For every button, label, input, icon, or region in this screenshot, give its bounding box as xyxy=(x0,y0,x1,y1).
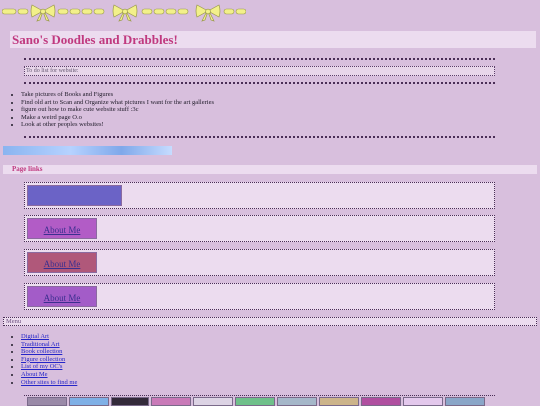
divider xyxy=(24,82,495,84)
menu-link-about-me[interactable]: About Me xyxy=(21,371,48,378)
bow-ribbon-banner xyxy=(2,4,246,22)
menu-link-figure-collection[interactable]: Figure collection xyxy=(21,356,65,363)
site-title: Sano's Doodles and Drabbles! xyxy=(10,31,536,48)
sparkle-banner-image xyxy=(3,146,172,155)
page-link-row: About Me xyxy=(24,249,495,276)
about-me-link-button[interactable]: About Me xyxy=(27,252,97,273)
menu-item: Other sites to find me xyxy=(21,379,77,387)
menu-heading: Menu xyxy=(3,317,537,326)
page-link-button[interactable] xyxy=(27,185,122,206)
menu-item: List of my OC's xyxy=(21,363,77,371)
menu-item: Figure collection xyxy=(21,356,77,364)
divider xyxy=(24,58,495,60)
stamp-row xyxy=(24,395,495,406)
menu-item: Traditional Art xyxy=(21,341,77,349)
bow-icon xyxy=(195,4,221,22)
menu-item: About Me xyxy=(21,371,77,379)
todo-item: Take pictures of Books and Figures xyxy=(21,91,214,99)
bow-icon xyxy=(30,4,56,22)
menu-list: Digital Art Traditional Art Book collect… xyxy=(12,333,77,386)
page-link-row: About Me xyxy=(24,215,495,242)
about-me-link-button[interactable]: About Me xyxy=(27,218,97,239)
todo-list: Take pictures of Books and Figures Find … xyxy=(12,91,214,129)
page-links-heading: Page links xyxy=(3,165,537,174)
todo-item: Find old art to Scan and Organize what p… xyxy=(21,99,214,107)
todo-heading: To do list for website: xyxy=(24,66,495,76)
page-link-row: About Me xyxy=(24,283,495,310)
menu-link-other-sites[interactable]: Other sites to find me xyxy=(21,379,77,386)
todo-item: Look at other peoples websites! xyxy=(21,121,214,129)
menu-link-traditional-art[interactable]: Traditional Art xyxy=(21,341,60,348)
about-me-link-button[interactable]: About Me xyxy=(27,286,97,307)
todo-item: Make a weird page O.o xyxy=(21,114,214,122)
page-link-row xyxy=(24,182,495,209)
menu-item: Book collection xyxy=(21,348,77,356)
menu-link-book-collection[interactable]: Book collection xyxy=(21,348,62,355)
menu-link-oc-list[interactable]: List of my OC's xyxy=(21,363,62,370)
divider xyxy=(24,136,495,138)
menu-item: Digital Art xyxy=(21,333,77,341)
todo-item: figure out how to make cute website stuf… xyxy=(21,106,214,114)
menu-link-digital-art[interactable]: Digital Art xyxy=(21,333,49,340)
bow-icon xyxy=(112,4,138,22)
